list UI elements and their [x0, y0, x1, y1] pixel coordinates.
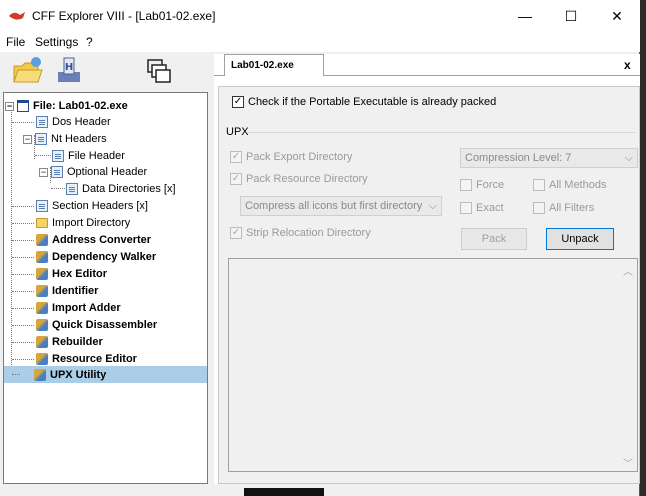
- tool-icon: [36, 336, 48, 348]
- tool-icon: [36, 285, 48, 297]
- document-icon: [36, 116, 48, 128]
- close-tab-button[interactable]: x: [624, 58, 631, 72]
- tree-item-section-headers[interactable]: Section Headers [x]: [36, 198, 148, 214]
- chevron-down-icon: ⌵: [428, 199, 437, 212]
- compress-icons-select[interactable]: Compress all icons but first directory ⌵: [240, 196, 442, 216]
- strip-relocation-checkbox[interactable]: ✓ Strip Relocation Directory: [230, 227, 371, 239]
- maximize-button[interactable]: ☐: [548, 0, 594, 32]
- pack-export-checkbox[interactable]: ✓ Pack Export Directory: [230, 151, 352, 163]
- menu-file[interactable]: File: [6, 35, 25, 49]
- document-icon: [51, 166, 63, 178]
- tree-item-data-directories[interactable]: Data Directories [x]: [66, 181, 176, 197]
- tool-icon: [36, 234, 48, 246]
- document-icon: [36, 200, 48, 212]
- tree-item-address-converter[interactable]: Address Converter: [36, 232, 151, 248]
- tree-item-dependency-walker[interactable]: Dependency Walker: [36, 249, 156, 265]
- checkbox-box[interactable]: [533, 179, 545, 191]
- scroll-down-icon[interactable]: ﹀: [623, 455, 633, 470]
- menu-help[interactable]: ?: [86, 35, 93, 49]
- already-packed-checkbox[interactable]: ✓ Check if the Portable Executable is al…: [232, 96, 496, 108]
- open-folder-icon[interactable]: [10, 54, 44, 88]
- background-window-edge: [640, 0, 646, 496]
- windows-icon[interactable]: [142, 54, 176, 88]
- tree-item-optional-header[interactable]: − Optional Header: [39, 164, 147, 180]
- tree-item-nt-headers[interactable]: − Nt Headers: [23, 131, 107, 147]
- chevron-down-icon: ⌵: [624, 151, 633, 164]
- tool-icon: [36, 319, 48, 331]
- minimize-button[interactable]: —: [502, 0, 548, 32]
- checkbox-box[interactable]: [533, 202, 545, 214]
- checkbox-box[interactable]: ✓: [230, 173, 242, 185]
- tree-item-dos-header[interactable]: Dos Header: [36, 114, 111, 130]
- menu-bar: File Settings ?: [0, 32, 640, 52]
- group-divider: [248, 132, 636, 133]
- checkbox-box[interactable]: [460, 179, 472, 191]
- title-bar[interactable]: CFF Explorer VIII - [Lab01-02.exe] — ☐ ✕: [0, 0, 640, 32]
- folder-icon: [36, 218, 48, 228]
- tab-strip: Lab01-02.exe x: [214, 54, 640, 76]
- tab-lab01-02[interactable]: Lab01-02.exe: [224, 54, 324, 76]
- compression-level-select[interactable]: Compression Level: 7 ⌵: [460, 148, 638, 168]
- hex-save-icon[interactable]: H: [52, 54, 86, 88]
- tree-item-upx-utility[interactable]: UPX Utility: [4, 366, 207, 383]
- close-window-button[interactable]: ✕: [594, 0, 640, 32]
- tree-item-resource-editor[interactable]: Resource Editor: [36, 351, 137, 367]
- upx-group-label: UPX: [226, 126, 249, 138]
- tree-item-rebuilder[interactable]: Rebuilder: [36, 334, 103, 350]
- collapse-icon[interactable]: −: [39, 167, 48, 177]
- all-filters-checkbox[interactable]: All Filters: [533, 202, 594, 214]
- tree-root-file[interactable]: − File: Lab01-02.exe: [5, 98, 128, 114]
- checkbox-box[interactable]: [460, 202, 472, 214]
- document-icon: [35, 133, 47, 145]
- scroll-up-icon[interactable]: ︿: [623, 263, 633, 278]
- pack-button[interactable]: Pack: [461, 228, 527, 250]
- checkbox-box[interactable]: ✓: [230, 227, 242, 239]
- file-window-icon: [17, 100, 29, 112]
- svg-text:H: H: [65, 62, 73, 73]
- tool-icon: [36, 268, 48, 280]
- tool-icon: [36, 251, 48, 263]
- toolbar: H: [0, 52, 205, 92]
- checkbox-box[interactable]: ✓: [230, 151, 242, 163]
- tree-item-identifier[interactable]: Identifier: [36, 283, 98, 299]
- tree-item-file-header[interactable]: File Header: [52, 148, 125, 164]
- tool-icon: [34, 368, 46, 381]
- collapse-icon[interactable]: −: [23, 134, 32, 144]
- unpack-button[interactable]: Unpack: [546, 228, 614, 250]
- tree-item-import-adder[interactable]: Import Adder: [36, 300, 121, 316]
- force-checkbox[interactable]: Force: [460, 179, 504, 191]
- tree-panel[interactable]: − File: Lab01-02.exe Dos Header − Nt Hea…: [3, 92, 208, 484]
- pack-resource-checkbox[interactable]: ✓ Pack Resource Directory: [230, 173, 368, 185]
- all-methods-checkbox[interactable]: All Methods: [533, 179, 606, 191]
- document-icon: [66, 183, 78, 195]
- collapse-icon[interactable]: −: [5, 101, 14, 111]
- tree-item-hex-editor[interactable]: Hex Editor: [36, 266, 107, 282]
- taskbar-fragment: [244, 488, 324, 496]
- tool-icon: [36, 353, 48, 365]
- output-log[interactable]: ︿ ﹀: [228, 258, 638, 472]
- checkbox-box[interactable]: ✓: [232, 96, 244, 108]
- app-logo-icon: [9, 12, 25, 20]
- exact-checkbox[interactable]: Exact: [460, 202, 504, 214]
- app-window: CFF Explorer VIII - [Lab01-02.exe] — ☐ ✕…: [0, 0, 640, 496]
- document-icon: [52, 150, 64, 162]
- menu-settings[interactable]: Settings: [35, 35, 78, 49]
- tool-icon: [36, 302, 48, 314]
- window-title: CFF Explorer VIII - [Lab01-02.exe]: [32, 9, 216, 23]
- tree-item-quick-disassembler[interactable]: Quick Disassembler: [36, 317, 157, 333]
- tree-item-import-directory[interactable]: Import Directory: [36, 215, 130, 231]
